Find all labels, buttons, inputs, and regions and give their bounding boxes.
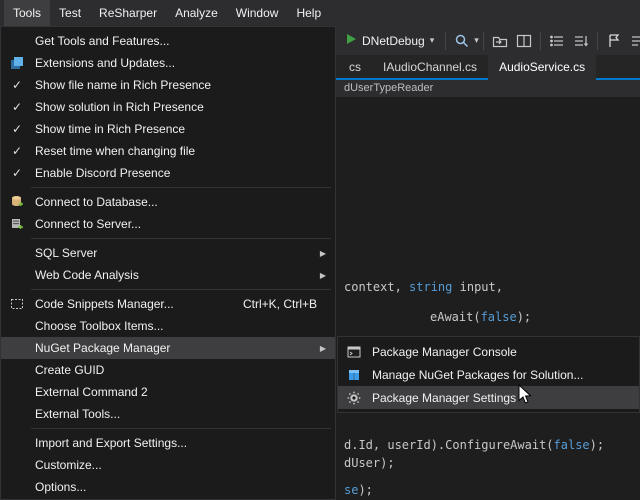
play-icon — [345, 33, 357, 48]
menu-item-manage-nuget-packages[interactable]: Manage NuGet Packages for Solution... — [338, 363, 639, 386]
toolbar-separator — [445, 32, 446, 50]
search-icon[interactable] — [450, 29, 474, 53]
tools-menu: Get Tools and Features... Extensions and… — [0, 26, 336, 500]
sorted-list-icon[interactable] — [569, 29, 593, 53]
line-list-icon[interactable] — [626, 29, 640, 53]
menubar-item-tools[interactable]: Tools — [4, 0, 50, 26]
mouse-cursor — [518, 384, 532, 408]
menu-item-show-solution[interactable]: ✓ Show solution in Rich Presence — [1, 96, 335, 118]
chevron-down-icon[interactable]: ▾ — [474, 35, 479, 46]
menu-item-enable-discord-presence[interactable]: ✓ Enable Discord Presence — [1, 162, 335, 184]
server-icon — [3, 217, 31, 231]
bookmark-icon[interactable] — [602, 29, 626, 53]
menu-separator — [31, 238, 331, 239]
menu-item-reset-time[interactable]: ✓ Reset time when changing file — [1, 140, 335, 162]
code-line: d.Id, userId).ConfigureAwait(false); — [344, 438, 604, 452]
menu-item-create-guid[interactable]: Create GUID — [1, 359, 335, 381]
submenu-arrow-icon: ▶ — [315, 249, 333, 258]
database-icon — [3, 195, 31, 209]
split-view-icon[interactable] — [512, 29, 536, 53]
code-line: context, string input, — [344, 280, 503, 294]
checkmark-icon: ✓ — [12, 100, 22, 114]
submenu-arrow-icon: ▶ — [315, 271, 333, 280]
menu-separator — [31, 187, 331, 188]
menu-item-code-snippets-manager[interactable]: Code Snippets Manager... Ctrl+K, Ctrl+B — [1, 293, 335, 315]
menubar-item-help[interactable]: Help — [287, 0, 330, 26]
tab-partial[interactable]: cs — [338, 55, 372, 80]
toolbar-separator — [597, 32, 598, 50]
packages-icon — [340, 368, 368, 382]
menu-item-extensions-and-updates[interactable]: Extensions and Updates... — [1, 52, 335, 74]
chevron-down-icon: ▾ — [430, 35, 435, 46]
code-line: dUser); — [344, 456, 395, 470]
menu-item-import-export-settings[interactable]: Import and Export Settings... — [1, 432, 335, 454]
menubar-item-window[interactable]: Window — [227, 0, 288, 26]
task-list-icon[interactable] — [545, 29, 569, 53]
menu-item-choose-toolbox-items[interactable]: Choose Toolbox Items... — [1, 315, 335, 337]
gear-icon — [340, 391, 368, 405]
menu-item-customize[interactable]: Customize... — [1, 454, 335, 476]
navbar-type-name: dUserTypeReader — [344, 82, 433, 94]
code-line: eAwait(false); — [430, 310, 531, 324]
menu-item-show-time[interactable]: ✓ Show time in Rich Presence — [1, 118, 335, 140]
menu-item-nuget-package-manager[interactable]: NuGet Package Manager ▶ — [1, 337, 335, 359]
checkmark-icon: ✓ — [12, 122, 22, 136]
menu-item-show-file-name[interactable]: ✓ Show file name in Rich Presence — [1, 74, 335, 96]
tab-iaudiochannel[interactable]: IAudioChannel.cs — [372, 55, 488, 80]
code-line: se); — [344, 483, 373, 497]
toolbar-separator — [540, 32, 541, 50]
checkmark-icon: ✓ — [12, 144, 22, 158]
menu-separator — [31, 289, 331, 290]
nuget-package-manager-submenu: Package Manager Console Manage NuGet Pac… — [337, 336, 640, 413]
menu-bar: Tools Test ReSharper Analyze Window Help — [0, 0, 640, 26]
menu-item-package-manager-console[interactable]: Package Manager Console — [338, 340, 639, 363]
menubar-item-resharper[interactable]: ReSharper — [90, 0, 166, 26]
menu-item-package-manager-settings[interactable]: Package Manager Settings — [338, 386, 639, 409]
run-profile-label: DNetDebug — [362, 34, 425, 48]
toolbar-separator — [483, 32, 484, 50]
open-folder-icon[interactable] — [488, 29, 512, 53]
checkmark-icon: ✓ — [12, 166, 22, 180]
menu-item-external-command-2[interactable]: External Command 2 — [1, 381, 335, 403]
menu-separator — [31, 428, 331, 429]
menu-item-sql-server[interactable]: SQL Server ▶ — [1, 242, 335, 264]
menu-item-external-tools[interactable]: External Tools... — [1, 403, 335, 425]
menubar-item-test[interactable]: Test — [50, 0, 90, 26]
menu-item-get-tools-and-features[interactable]: Get Tools and Features... — [1, 30, 335, 52]
menu-item-web-code-analysis[interactable]: Web Code Analysis ▶ — [1, 264, 335, 286]
menu-shortcut: Ctrl+K, Ctrl+B — [243, 297, 333, 311]
menubar-item-analyze[interactable]: Analyze — [166, 0, 227, 26]
tab-audioservice[interactable]: AudioService.cs — [488, 55, 596, 80]
start-debug-button[interactable]: DNetDebug ▾ — [338, 29, 441, 53]
menu-item-options[interactable]: Options... — [1, 476, 335, 498]
menu-item-connect-to-database[interactable]: Connect to Database... — [1, 191, 335, 213]
extensions-icon — [3, 56, 31, 70]
menu-item-connect-to-server[interactable]: Connect to Server... — [1, 213, 335, 235]
console-icon — [340, 345, 368, 359]
submenu-arrow-icon: ▶ — [315, 344, 333, 353]
checkmark-icon: ✓ — [12, 78, 22, 92]
snippets-icon — [3, 297, 31, 311]
